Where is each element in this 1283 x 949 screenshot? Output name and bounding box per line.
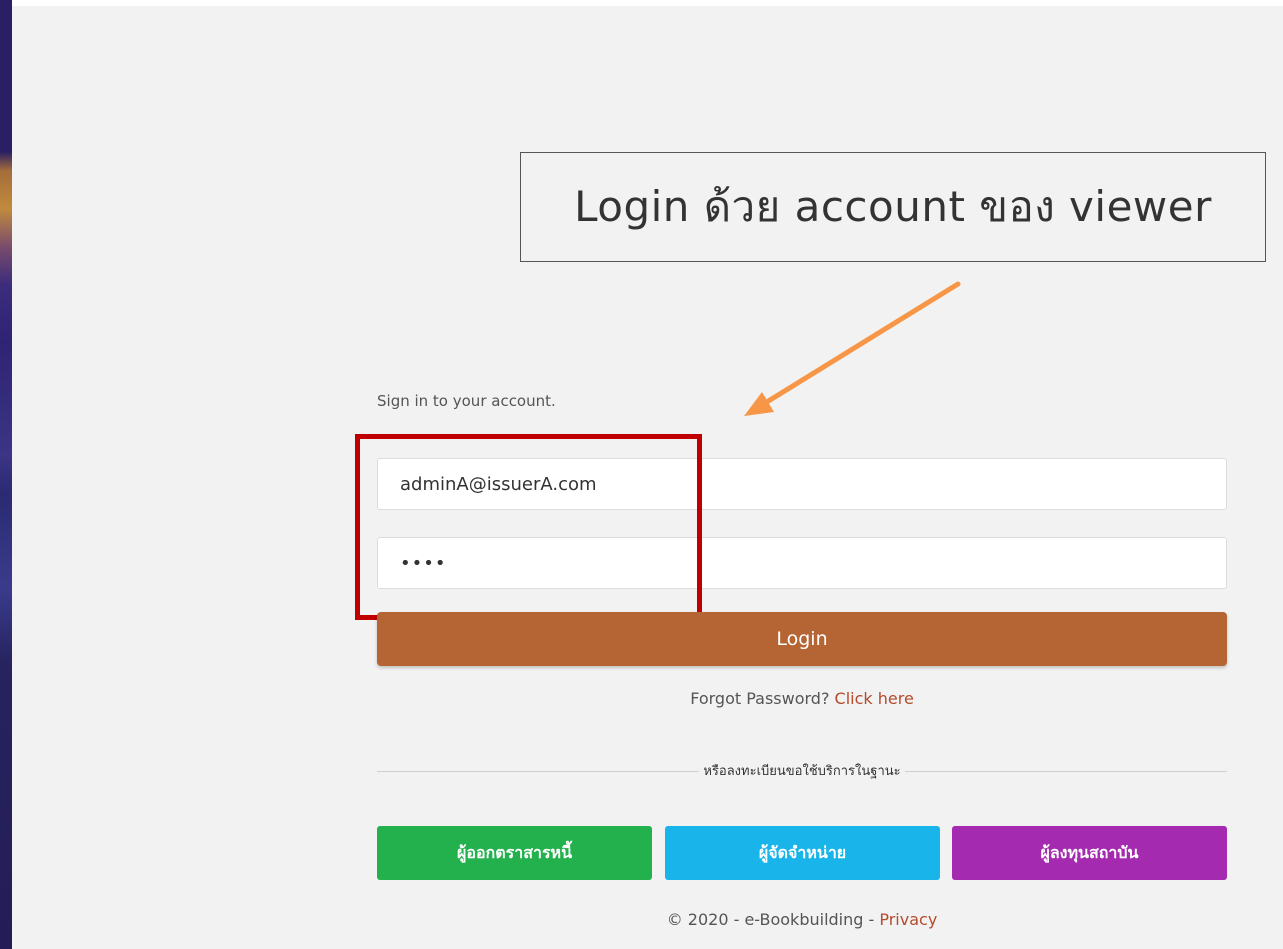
register-divider: หรือลงทะเบียนขอใช้บริการในฐานะ <box>377 760 1227 781</box>
login-button[interactable]: Login <box>377 612 1227 666</box>
register-distributor-button[interactable]: ผู้จัดจำหน่าย <box>665 826 940 880</box>
forgot-password: Forgot Password? Click here <box>377 689 1227 708</box>
register-divider-text: หรือลงทะเบียนขอใช้บริการในฐานะ <box>699 764 905 779</box>
privacy-link[interactable]: Privacy <box>879 910 937 929</box>
forgot-password-link[interactable]: Click here <box>835 689 914 708</box>
annotation-callout: Login ด้วย account ของ viewer <box>520 152 1266 262</box>
annotation-text: Login ด้วย account ของ viewer <box>574 182 1212 231</box>
email-input[interactable] <box>377 458 1227 510</box>
footer-text: © 2020 - e-Bookbuilding - <box>666 910 875 929</box>
background-strip <box>0 0 12 949</box>
password-input[interactable] <box>377 537 1227 589</box>
footer: © 2020 - e-Bookbuilding - Privacy <box>377 910 1227 929</box>
register-issuer-button[interactable]: ผู้ออกตราสารหนี้ <box>377 826 652 880</box>
forgot-password-text: Forgot Password? <box>690 689 830 708</box>
register-investor-button[interactable]: ผู้ลงทุนสถาบัน <box>952 826 1227 880</box>
signin-subtitle: Sign in to your account. <box>377 392 556 410</box>
